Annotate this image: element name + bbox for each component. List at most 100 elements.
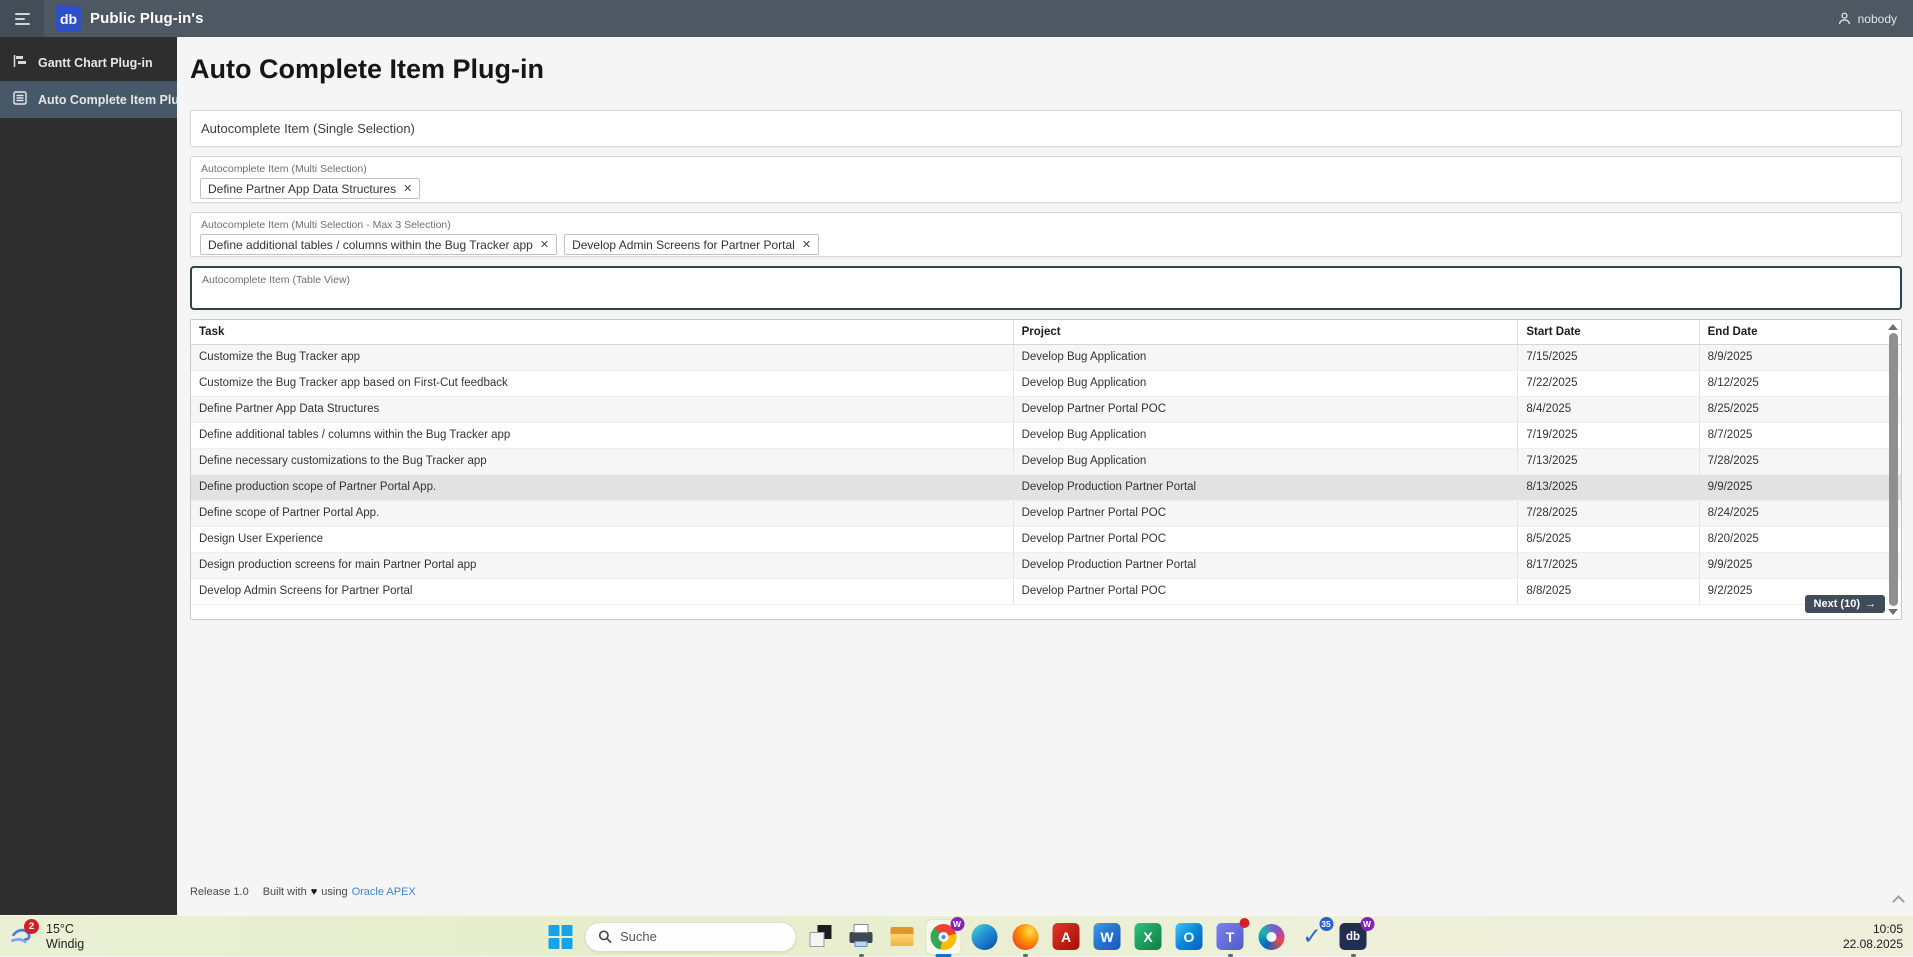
scroll-down-icon[interactable]: [1888, 609, 1898, 615]
results-table-body: Customize the Bug Tracker appDevelop Bug…: [191, 345, 1901, 605]
table-cell: 8/7/2025: [1699, 423, 1885, 448]
scroll-top-icon[interactable]: [1892, 895, 1905, 908]
chip-label: Define additional tables / columns withi…: [208, 238, 533, 252]
word-icon: W: [1094, 923, 1121, 950]
tableview-input[interactable]: [192, 288, 1900, 303]
taskbar-button-teams[interactable]: T: [1213, 920, 1247, 954]
table-cell: Develop Production Partner Portal: [1013, 553, 1518, 578]
chip[interactable]: Define Partner App Data Structures ✕: [200, 178, 420, 199]
clock-date: 22.08.2025: [1843, 937, 1903, 952]
teams-icon: T: [1217, 923, 1244, 950]
table-cell: Customize the Bug Tracker app based on F…: [191, 371, 1013, 396]
table-cell: 9/9/2025: [1699, 475, 1885, 500]
taskbar-button-outlook[interactable]: O: [1172, 920, 1206, 954]
chip-remove-icon[interactable]: ✕: [802, 238, 811, 251]
table-cell: Design User Experience: [191, 527, 1013, 552]
weather-widget[interactable]: 2 15°C Windig: [10, 916, 84, 957]
taskbar-button-task-switcher[interactable]: [803, 920, 837, 954]
taskbar-button-copilot[interactable]: [1254, 920, 1288, 954]
table-row[interactable]: Design User ExperienceDevelop Partner Po…: [191, 527, 1901, 553]
results-scrollbar[interactable]: [1887, 322, 1899, 617]
single-selection-input[interactable]: [191, 121, 1901, 136]
table-cell: 8/13/2025: [1517, 475, 1698, 500]
table-row[interactable]: Define scope of Partner Portal App.Devel…: [191, 501, 1901, 527]
search-input[interactable]: [620, 929, 770, 944]
chip[interactable]: Develop Admin Screens for Partner Portal…: [564, 234, 819, 255]
notification-badge: W: [1360, 917, 1374, 931]
sidebar-item-auto-complete-item-plugin[interactable]: Auto Complete Item Plu...: [0, 81, 177, 118]
table-row[interactable]: Define necessary customizations to the B…: [191, 449, 1901, 475]
taskbar-button-edge[interactable]: [967, 920, 1001, 954]
autocomplete-multi-max3-field[interactable]: Autocomplete Item (Multi Selection - Max…: [190, 212, 1902, 257]
table-cell: 7/28/2025: [1699, 449, 1885, 474]
taskbar-button-todo[interactable]: ✓35: [1295, 920, 1329, 954]
task-switcher-icon: [807, 923, 834, 950]
table-row[interactable]: Define additional tables / columns withi…: [191, 423, 1901, 449]
taskbar-button-db-plugin-app[interactable]: dbW: [1336, 920, 1370, 954]
taskbar-center: WAWXOT✓35dbW: [543, 916, 1370, 957]
user-name: nobody: [1858, 12, 1897, 26]
table-cell: 8/5/2025: [1517, 527, 1698, 552]
column-header-start-date: Start Date: [1517, 320, 1698, 344]
sidebar: Gantt Chart Plug-in Auto Complete Item Pl…: [0, 37, 177, 915]
weather-notification-badge: 2: [24, 919, 39, 934]
table-row[interactable]: Customize the Bug Tracker appDevelop Bug…: [191, 345, 1901, 371]
scroll-up-icon[interactable]: [1888, 324, 1898, 330]
scrollbar-thumb[interactable]: [1889, 333, 1898, 606]
autocomplete-multi-field[interactable]: Autocomplete Item (Multi Selection) Defi…: [190, 156, 1902, 203]
chip-list: Define Partner App Data Structures ✕: [191, 176, 1901, 199]
autocomplete-tableview-field[interactable]: Autocomplete Item (Table View): [190, 266, 1902, 310]
user-menu[interactable]: nobody: [1837, 11, 1897, 26]
taskbar-button-excel[interactable]: X: [1131, 920, 1165, 954]
taskbar-button-printer[interactable]: [844, 920, 878, 954]
chip-remove-icon[interactable]: ✕: [540, 238, 549, 251]
release-label: Release 1.0: [190, 886, 249, 898]
main-content: Auto Complete Item Plug-in Autocomplete …: [177, 37, 1913, 915]
autocomplete-single-field[interactable]: [190, 110, 1902, 147]
oracle-apex-link[interactable]: Oracle APEX: [352, 886, 416, 898]
sidebar-item-gantt-chart-plugin[interactable]: Gantt Chart Plug-in: [0, 44, 177, 81]
taskbar-button-word[interactable]: W: [1090, 920, 1124, 954]
start-button[interactable]: [543, 920, 577, 954]
results-table-header: TaskProjectStart DateEnd Date: [191, 320, 1901, 345]
copilot-icon: [1258, 924, 1284, 950]
table-row[interactable]: Design production screens for main Partn…: [191, 553, 1901, 579]
table-row[interactable]: Define Partner App Data StructuresDevelo…: [191, 397, 1901, 423]
taskbar-clock[interactable]: 10:05 22.08.2025: [1843, 916, 1903, 957]
table-cell: Define scope of Partner Portal App.: [191, 501, 1013, 526]
taskbar-button-chrome[interactable]: W: [926, 920, 960, 954]
table-cell: 8/9/2025: [1699, 345, 1885, 370]
sidebar-item-label: Auto Complete Item Plu...: [38, 93, 177, 107]
table-cell: 7/28/2025: [1517, 501, 1698, 526]
gantt-icon: [12, 53, 28, 72]
acrobat-icon: A: [1053, 923, 1080, 950]
table-cell: 8/24/2025: [1699, 501, 1885, 526]
table-cell: Customize the Bug Tracker app: [191, 345, 1013, 370]
table-row[interactable]: Develop Admin Screens for Partner Portal…: [191, 579, 1901, 605]
menu-toggle-button[interactable]: [0, 0, 44, 37]
chip[interactable]: Define additional tables / columns withi…: [200, 234, 557, 255]
taskbar-search[interactable]: [584, 922, 796, 952]
weather-text: 15°C Windig: [46, 922, 84, 952]
table-row[interactable]: Customize the Bug Tracker app based on F…: [191, 371, 1901, 397]
taskbar-button-acrobat[interactable]: A: [1049, 920, 1083, 954]
autocomplete-results-panel: TaskProjectStart DateEnd Date Customize …: [190, 319, 1902, 620]
printer-icon: [848, 923, 875, 950]
table-cell: Develop Bug Application: [1013, 345, 1518, 370]
active-app-indicator: [935, 954, 951, 957]
notification-badge: 35: [1319, 917, 1333, 931]
windows-logo-icon: [548, 925, 572, 949]
next-page-button[interactable]: Next (10) →: [1805, 595, 1885, 613]
taskbar-button-file-explorer[interactable]: [885, 920, 919, 954]
table-cell: Define additional tables / columns withi…: [191, 423, 1013, 448]
taskbar-button-firefox[interactable]: [1008, 920, 1042, 954]
table-cell: 7/15/2025: [1517, 345, 1698, 370]
app-logo[interactable]: db: [56, 6, 81, 31]
field-label: Autocomplete Item (Multi Selection - Max…: [191, 213, 1901, 232]
chip-label: Define Partner App Data Structures: [208, 182, 396, 196]
chip-remove-icon[interactable]: ✕: [403, 182, 412, 195]
sidebar-item-label: Gantt Chart Plug-in: [38, 56, 153, 70]
table-row[interactable]: Define production scope of Partner Porta…: [191, 475, 1901, 501]
table-cell: Develop Production Partner Portal: [1013, 475, 1518, 500]
file-explorer-icon: [889, 923, 916, 950]
